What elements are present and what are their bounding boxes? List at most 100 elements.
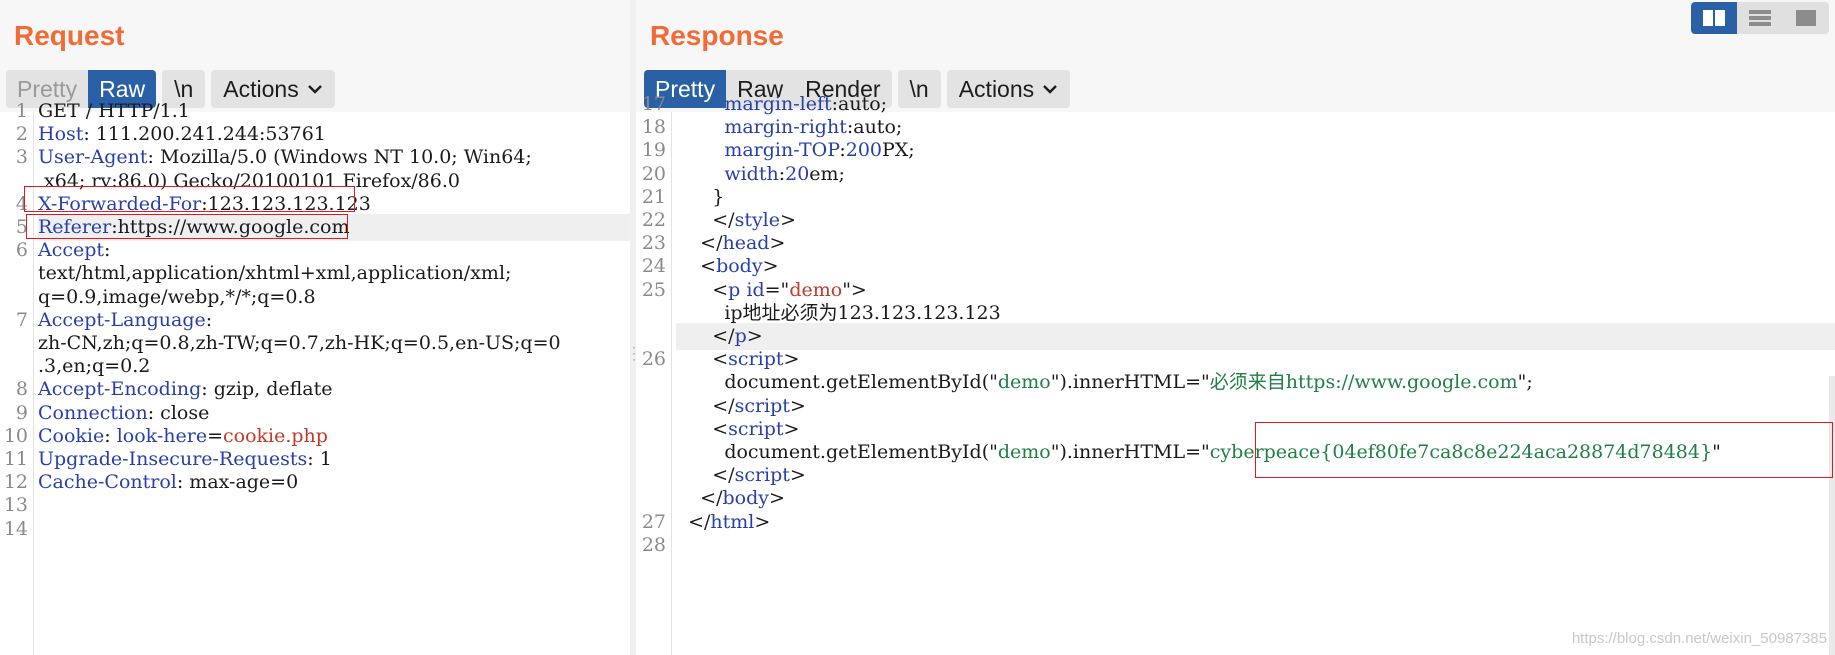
request-token: = — [207, 424, 223, 447]
response-token: id — [746, 278, 765, 301]
response-token: ").innerHTML=" — [1050, 441, 1210, 463]
request-token: : 1 — [307, 448, 332, 470]
request-token: : gzip, deflate — [201, 378, 333, 401]
response-token: > — [762, 255, 779, 278]
response-token: > — [746, 325, 763, 347]
response-token: script — [728, 417, 784, 440]
response-token: < — [676, 417, 729, 440]
layout-switch — [1691, 2, 1829, 34]
request-token: .3,en;q=0.2 — [38, 355, 151, 378]
request-line-number: 6 — [15, 239, 28, 262]
response-token: width — [676, 162, 779, 185]
request-token: : — [205, 308, 213, 331]
response-token: < — [676, 255, 717, 278]
response-token: 200 — [845, 139, 882, 162]
response-line-number: 25 — [641, 278, 666, 301]
response-token: html — [710, 510, 755, 533]
response-token: </ — [676, 209, 735, 231]
highlight-referer-box — [26, 214, 348, 239]
request-token: : 111.200.241.244:53761 — [83, 123, 326, 146]
response-token: </ — [676, 394, 735, 417]
request-token: GET / HTTP/1.1 — [38, 100, 190, 122]
request-token: zh-CN,zh;q=0.8,zh-TW;q=0.7,zh-HK;q=0.5,e… — [38, 332, 561, 354]
request-token: : Mozilla/5.0 (Windows NT 10.0; Win64; — [147, 146, 532, 169]
response-token: "; — [1517, 371, 1533, 394]
response-editor[interactable]: 17 18 19 20 21 22 23 24 25 26 27 28 margin-left:aut… — [636, 93, 1835, 655]
response-token: p — [728, 278, 741, 301]
divider-grip-icon[interactable]: · · · — [632, 341, 636, 365]
response-code-line — [676, 532, 1835, 559]
request-token: Connection — [38, 401, 148, 424]
response-code[interactable]: margin-left:auto; margin-right:auto; mar… — [676, 93, 1835, 655]
response-line-number: 26 — [641, 348, 666, 371]
request-token: cookie.php — [223, 424, 328, 447]
split-vertical-icon[interactable] — [1737, 2, 1783, 34]
request-pane: Request Pretty Raw \n Actions 1234567891… — [0, 0, 630, 655]
watermark: https://blog.csdn.net/weixin_50987385 — [1571, 630, 1827, 647]
request-token: q=0.9,image/webp,*/*;q=0.8 — [38, 285, 316, 308]
response-token: :auto; — [831, 93, 888, 115]
response-token: script — [728, 348, 784, 371]
response-token: margin-TOP — [676, 139, 840, 162]
request-token: User-Agent — [38, 146, 148, 169]
request-token: : close — [147, 401, 210, 424]
request-line-number: 3 — [15, 146, 28, 169]
split-horizontal-icon[interactable] — [1691, 2, 1737, 34]
highlight-x-forwarded-for-box — [24, 186, 355, 212]
response-token: document.getElementById(" — [676, 371, 998, 394]
request-token: Accept-Language — [38, 308, 206, 331]
response-token: </ — [676, 325, 735, 347]
response-token: margin-right — [676, 116, 847, 139]
request-token: text/html,application/xhtml+xml,applicat… — [38, 262, 512, 285]
chevron-down-icon — [307, 85, 322, 94]
request-token: Cookie — [38, 424, 105, 447]
response-token: < — [676, 278, 729, 301]
response-token: p — [734, 325, 747, 347]
response-token: style — [734, 209, 781, 231]
response-token: > — [769, 232, 786, 255]
response-token: body — [722, 487, 769, 510]
response-token: ip地址必须为123.123.123.123 — [676, 301, 1001, 324]
response-token: > — [783, 417, 800, 440]
response-token: :auto; — [846, 116, 903, 139]
response-token: head — [722, 232, 770, 255]
response-token: > — [780, 209, 796, 231]
response-token: ").innerHTML=" — [1050, 371, 1210, 394]
response-token: 必须来自https://www.google.com — [1209, 371, 1518, 394]
request-token: Accept — [38, 239, 105, 262]
response-line-number: 28 — [641, 533, 666, 556]
response-token: em; — [809, 162, 845, 185]
response-token: </ — [676, 232, 723, 255]
request-token: Host — [38, 123, 84, 146]
response-token: demo — [997, 371, 1051, 394]
request-line-number: 14 — [3, 517, 28, 540]
response-token: document.getElementById(" — [676, 441, 998, 463]
response-token: 20 — [785, 162, 810, 185]
request-code-line — [38, 516, 630, 543]
request-token: : — [104, 239, 111, 262]
response-token: > — [783, 348, 800, 371]
response-token: script — [734, 394, 790, 417]
request-token: Cache-Control — [38, 471, 177, 494]
response-token: } — [676, 185, 725, 208]
response-token: > — [789, 394, 806, 417]
request-token: look-here — [116, 424, 208, 447]
response-token: > — [754, 510, 771, 533]
request-token: Upgrade-Insecure-Requests — [38, 448, 308, 470]
highlight-flag-box — [1255, 422, 1833, 478]
response-scrollbar[interactable] — [1829, 376, 1835, 655]
request-token: Accept-Encoding — [38, 378, 202, 401]
response-token: </ — [676, 464, 735, 487]
response-token: demo — [997, 441, 1051, 463]
response-token: PX; — [882, 139, 915, 162]
request-line-number: 7 — [15, 308, 28, 331]
request-title: Request — [14, 20, 125, 51]
response-token: "> — [842, 278, 867, 301]
single-pane-icon[interactable] — [1783, 2, 1829, 34]
response-token: </ — [676, 510, 711, 533]
response-token: > — [768, 487, 785, 510]
response-token: body — [716, 255, 763, 278]
request-token: : — [104, 424, 117, 447]
response-token: </ — [676, 487, 723, 510]
request-token: : max-age=0 — [176, 471, 299, 494]
